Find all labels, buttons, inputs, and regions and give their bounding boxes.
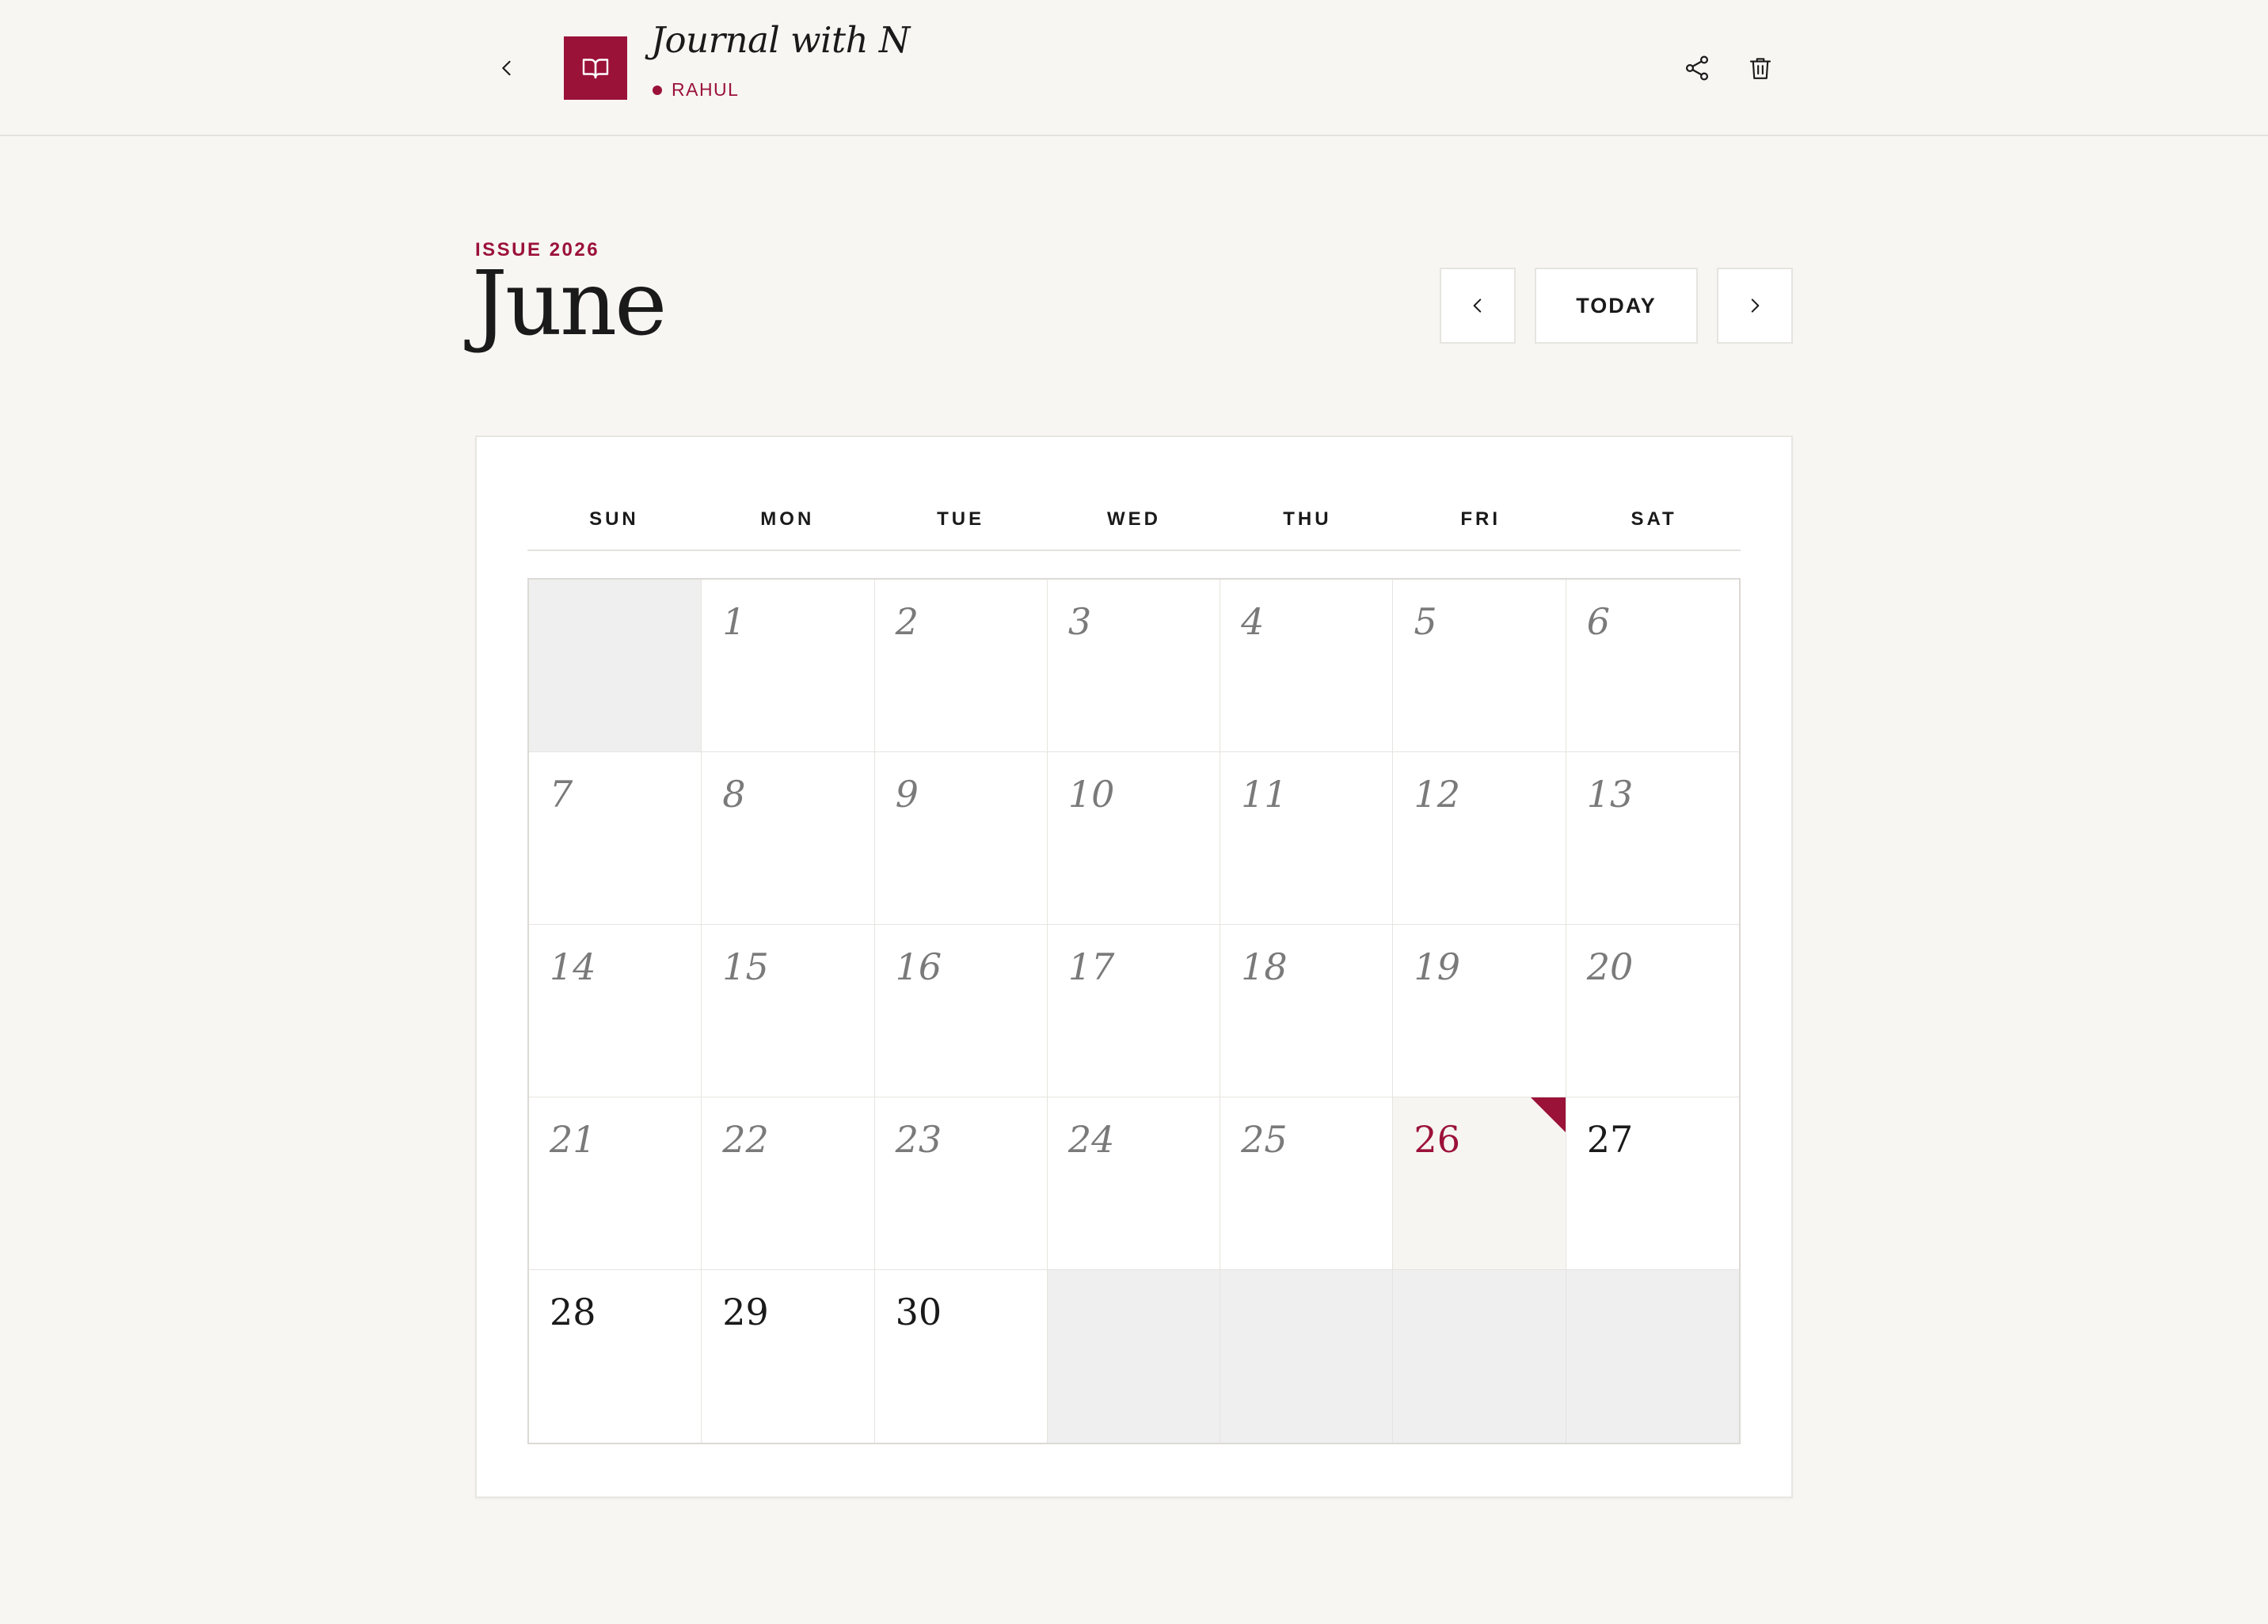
owner-name: RAHUL bbox=[672, 79, 740, 100]
calendar-day-cell[interactable]: 9 bbox=[874, 752, 1048, 925]
day-number: 23 bbox=[895, 1118, 942, 1161]
day-number: 10 bbox=[1067, 773, 1115, 816]
day-number: 14 bbox=[550, 945, 596, 988]
today-corner-marker bbox=[1530, 1097, 1566, 1132]
owner-dot bbox=[653, 85, 662, 95]
journal-title: Journal with N bbox=[651, 19, 910, 61]
calendar-day-cell[interactable]: 8 bbox=[702, 752, 875, 925]
back-button[interactable] bbox=[483, 44, 531, 92]
calendar-day-cell[interactable]: 24 bbox=[1047, 1097, 1221, 1270]
day-number: 28 bbox=[550, 1291, 596, 1333]
weekday-label: THU bbox=[1283, 508, 1332, 530]
day-number: 19 bbox=[1414, 945, 1460, 988]
day-number: 24 bbox=[1067, 1118, 1115, 1161]
calendar-day-cell[interactable]: 15 bbox=[702, 925, 875, 1097]
chevron-right-icon bbox=[1751, 299, 1760, 313]
journal-logo bbox=[564, 36, 627, 100]
calendar-empty-cell bbox=[1047, 1270, 1221, 1443]
trash-icon bbox=[1749, 58, 1771, 79]
calendar-day-cell[interactable]: 21 bbox=[529, 1097, 702, 1270]
calendar-day-cell[interactable]: 27 bbox=[1566, 1097, 1739, 1270]
calendar-empty-cell bbox=[1566, 1270, 1739, 1443]
weekday-label: TUE bbox=[937, 508, 985, 530]
next-month-button[interactable] bbox=[1717, 268, 1793, 344]
calendar-day-cell[interactable]: 30 bbox=[874, 1270, 1048, 1443]
calendar-empty-cell bbox=[529, 580, 702, 752]
journal-owner: RAHUL bbox=[653, 79, 739, 101]
calendar-day-cell[interactable]: 7 bbox=[529, 752, 702, 925]
day-number: 2 bbox=[895, 600, 919, 643]
day-number: 25 bbox=[1241, 1118, 1288, 1161]
day-number: 21 bbox=[550, 1118, 596, 1161]
calendar-day-cell[interactable]: 29 bbox=[702, 1270, 875, 1443]
previous-month-button[interactable] bbox=[1440, 268, 1516, 344]
day-number: 5 bbox=[1414, 600, 1437, 643]
day-number: 17 bbox=[1067, 945, 1115, 988]
share-button[interactable] bbox=[1676, 48, 1718, 89]
calendar-day-cell[interactable]: 14 bbox=[529, 925, 702, 1097]
calendar-day-cell[interactable]: 3 bbox=[1047, 580, 1221, 752]
day-number: 29 bbox=[722, 1291, 769, 1333]
calendar-day-cell[interactable]: 22 bbox=[702, 1097, 875, 1270]
calendar-day-cell[interactable]: 17 bbox=[1047, 925, 1221, 1097]
chevron-left-icon bbox=[1473, 299, 1482, 313]
calendar-day-cell[interactable]: 16 bbox=[874, 925, 1048, 1097]
calendar-empty-cell bbox=[1220, 1270, 1394, 1443]
calendar-day-today[interactable]: 26 bbox=[1393, 1097, 1566, 1270]
calendar-day-cell[interactable]: 5 bbox=[1393, 580, 1566, 752]
today-button[interactable]: TODAY bbox=[1535, 268, 1698, 344]
day-number: 4 bbox=[1241, 600, 1265, 643]
calendar-day-cell[interactable]: 10 bbox=[1047, 752, 1221, 925]
day-number: 22 bbox=[722, 1118, 769, 1161]
calendar-day-cell[interactable]: 4 bbox=[1220, 580, 1394, 752]
calendar-day-cell[interactable]: 19 bbox=[1393, 925, 1566, 1097]
day-number: 9 bbox=[895, 773, 919, 816]
calendar-day-cell[interactable]: 6 bbox=[1566, 580, 1739, 752]
day-number: 16 bbox=[895, 945, 942, 988]
chevron-left-icon bbox=[502, 60, 511, 76]
calendar-day-cell[interactable]: 25 bbox=[1220, 1097, 1394, 1270]
calendar-day-cell[interactable]: 28 bbox=[529, 1270, 702, 1443]
calendar-day-cell[interactable]: 12 bbox=[1393, 752, 1566, 925]
weekday-label: MON bbox=[760, 508, 815, 530]
share-icon bbox=[1685, 55, 1709, 81]
calendar-grid: 1 2 3 4 5 6 7 8 9 10 11 12 13 14 15 16 17 18 19 20 21 22 23 24 2… bbox=[527, 578, 1741, 1444]
weekday-label: FRI bbox=[1460, 508, 1501, 530]
book-open-icon bbox=[582, 59, 609, 79]
calendar-day-cell[interactable]: 18 bbox=[1220, 925, 1394, 1097]
day-number: 20 bbox=[1586, 945, 1634, 988]
weekday-label: WED bbox=[1107, 508, 1161, 530]
day-number: 12 bbox=[1414, 773, 1460, 816]
weekday-label: SAT bbox=[1631, 508, 1677, 530]
day-number: 26 bbox=[1414, 1118, 1460, 1161]
day-number: 13 bbox=[1586, 773, 1634, 816]
calendar-day-cell[interactable]: 11 bbox=[1220, 752, 1394, 925]
day-number: 18 bbox=[1241, 945, 1288, 988]
day-number: 6 bbox=[1586, 600, 1610, 643]
calendar-day-cell[interactable]: 1 bbox=[702, 580, 875, 752]
weekday-label: SUN bbox=[589, 508, 639, 530]
calendar-day-cell[interactable]: 20 bbox=[1566, 925, 1739, 1097]
calendar-day-cell[interactable]: 13 bbox=[1566, 752, 1739, 925]
delete-button[interactable] bbox=[1740, 48, 1781, 89]
day-number: 3 bbox=[1067, 600, 1092, 643]
calendar-empty-cell bbox=[1393, 1270, 1566, 1443]
day-number: 30 bbox=[895, 1291, 942, 1333]
day-number: 11 bbox=[1241, 773, 1288, 816]
day-number: 15 bbox=[722, 945, 769, 988]
calendar-day-cell[interactable]: 2 bbox=[874, 580, 1048, 752]
app-header: Journal with N RAHUL bbox=[0, 0, 2268, 136]
day-number: 7 bbox=[550, 773, 573, 816]
weekday-header-row: SUN MON TUE WED THU FRI SAT bbox=[527, 504, 1741, 551]
calendar-day-cell[interactable]: 23 bbox=[874, 1097, 1048, 1270]
day-number: 1 bbox=[722, 600, 746, 643]
month-title: June bbox=[472, 253, 667, 356]
day-number: 8 bbox=[722, 773, 746, 816]
day-number: 27 bbox=[1586, 1118, 1634, 1161]
